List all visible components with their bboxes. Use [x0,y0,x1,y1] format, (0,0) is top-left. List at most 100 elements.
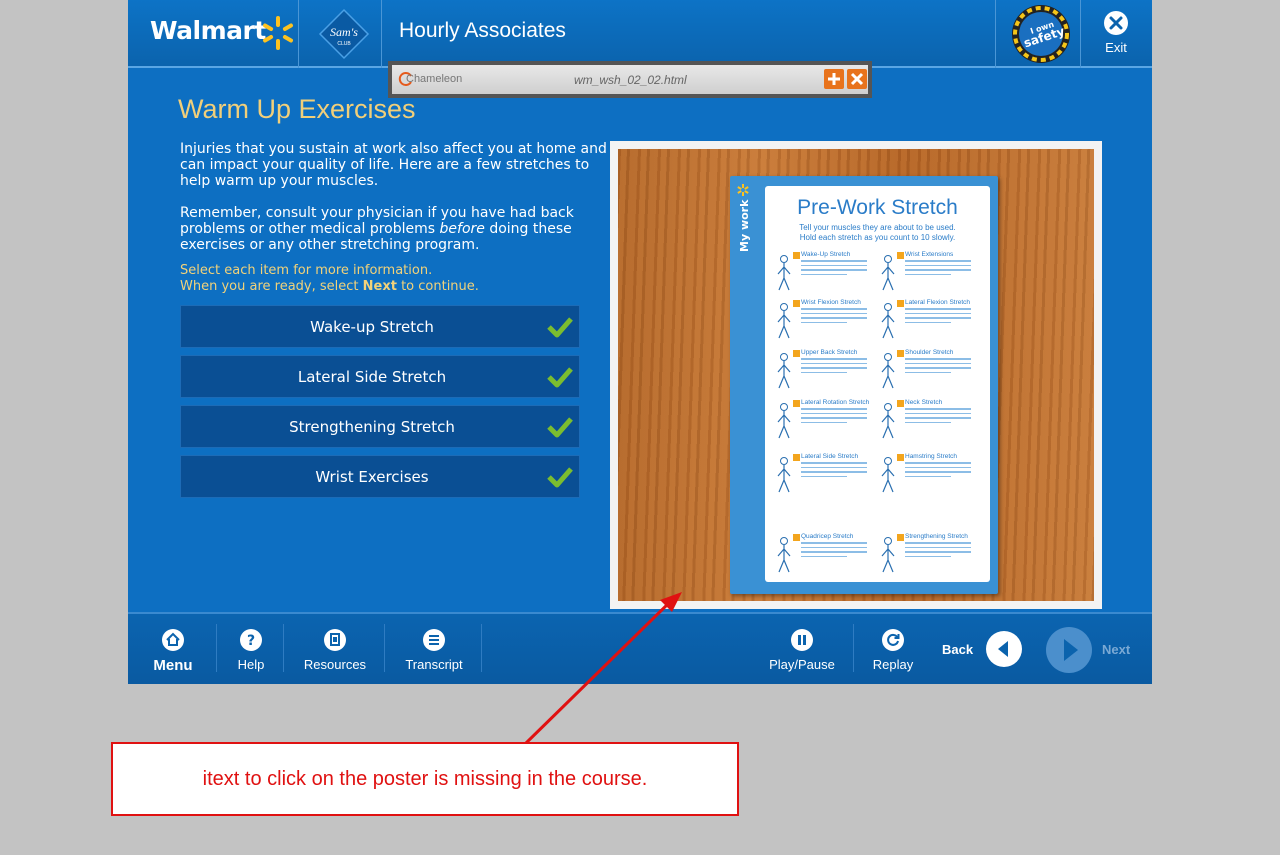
stretch-number-badge [897,400,904,407]
transcript-button[interactable]: Transcript [396,614,472,684]
annotation-callout: itext to click on the poster is missing … [111,742,739,816]
stretch-name: Lateral Side Stretch [801,453,859,460]
help-icon: ? [240,629,262,651]
stretch-figure-icon [881,537,895,573]
instructions: Select each item for more information. W… [180,263,600,295]
poster-subtitle-line: Tell your muscles they are about to be u… [799,223,956,232]
svg-text:?: ? [247,633,255,649]
checkmark-icon [547,367,573,388]
stretch-number-badge [897,454,904,461]
stretch-name: Wrist Flexion Stretch [801,299,861,306]
stretch-figure-icon [777,403,791,439]
warning-paragraph: Remember, consult your physician if you … [180,205,610,253]
item-button-wrist-exercises[interactable]: Wrist Exercises [180,455,580,498]
poster-stretch-item: Lateral Rotation Stretch [775,399,875,448]
stretch-number-badge [897,300,904,307]
poster-title: Pre-Work Stretch [797,196,958,219]
resources-button[interactable]: Resources [296,614,374,684]
footer-divider [216,624,217,672]
svg-text:Sam's: Sam's [330,25,358,39]
stretch-description [905,308,971,326]
back-label: Back [942,642,974,657]
next-label: Next [1102,642,1131,657]
poster-sheet: Pre-Work Stretch Tell your muscles they … [765,186,990,582]
stretch-description [801,542,867,560]
chameleon-toolbar-inner: Chameleon wm_wsh_02_02.html [392,65,868,94]
exit-button[interactable]: Exit [1088,10,1144,55]
svg-text:My work: My work [738,199,751,252]
back-button[interactable] [985,630,1023,668]
stretch-name: Upper Back Stretch [801,349,858,356]
stretch-description [801,462,867,480]
stretch-name: Lateral Rotation Stretch [801,399,870,406]
poster-stretch-item: Neck Stretch [879,399,979,448]
stretch-description [905,462,971,480]
i-own-safety-badge: I own safety [1012,5,1070,63]
pre-work-stretch-poster[interactable]: My work Pre-Work Stretch Tell your muscl… [730,176,998,594]
stretch-figure-icon [777,255,791,291]
poster-stretch-item: Lateral Side Stretch [775,453,875,502]
stretch-description [905,408,971,426]
poster-stretch-item: Upper Back Stretch [775,349,875,398]
my-work-side-label: My work [737,184,751,252]
warning-emphasis: before [439,221,485,237]
poster-subtitle-line: Hold each stretch as you count to 10 slo… [799,233,956,242]
stretch-number-badge [793,252,800,259]
footer-divider [283,624,284,672]
stretch-figure-icon [777,457,791,493]
poster-stretch-item: Strengthening Stretch [879,533,979,582]
chameleon-brand: Chameleon [406,73,463,85]
item-button-wake-up-stretch[interactable]: Wake-up Stretch [180,305,580,348]
stretch-description [905,358,971,376]
replay-button[interactable]: Replay [864,614,922,684]
checkmark-icon [547,317,573,338]
item-button-strengthening-stretch[interactable]: Strengthening Stretch [180,405,580,448]
page-title: Hourly Associates [399,19,566,42]
help-label: Help [237,657,265,672]
stretch-name: Strengthening Stretch [905,533,968,540]
chameleon-toolbar: Chameleon wm_wsh_02_02.html [388,61,872,98]
stretch-number-badge [897,350,904,357]
svg-text:CLUB: CLUB [337,41,351,47]
instruction-line: When you are ready, select Next to conti… [180,279,600,295]
replay-label: Replay [872,657,914,672]
walmart-spark-icon [263,16,293,50]
stretch-figure-icon [777,353,791,389]
header-divider [1080,0,1081,68]
transcript-icon [423,629,445,651]
footer-divider [384,624,385,672]
next-button[interactable] [1045,626,1093,674]
close-icon[interactable] [847,69,867,89]
stretch-number-badge [793,400,800,407]
stretch-figure-icon [777,303,791,339]
menu-button[interactable]: Menu [142,614,204,684]
stretch-figure-icon [881,255,895,291]
poster-subtitle: Tell your muscles they are about to be u… [775,223,980,243]
help-button[interactable]: ? Help [222,614,280,684]
stretch-description [801,408,867,426]
poster-stretch-item: Lateral Flexion Stretch [879,299,979,348]
stretch-description [801,308,867,326]
checkmark-icon [547,467,573,488]
instruction-text: When you are ready, select [180,279,363,294]
stretch-name: Lateral Flexion Stretch [905,299,971,306]
transcript-label: Transcript [405,657,463,672]
plus-icon[interactable] [824,69,844,89]
stretch-name: Hamstring Stretch [905,453,958,460]
instruction-next-word: Next [362,279,397,294]
exit-label: Exit [1105,40,1127,55]
walmart-logo: Walmart [150,16,266,45]
play-pause-button[interactable]: Play/Pause [764,614,840,684]
stretch-description [905,542,971,560]
stretch-name: Wake-Up Stretch [801,251,851,258]
item-button-lateral-side-stretch[interactable]: Lateral Side Stretch [180,355,580,398]
stretch-figure-icon [777,537,791,573]
course-window: Walmart Sam's CLUB Hourly Associates I o… [128,0,1152,684]
poster-stretch-item: Wake-Up Stretch [775,251,875,300]
poster-stretch-item: Shoulder Stretch [879,349,979,398]
stretch-number-badge [897,252,904,259]
chameleon-filename: wm_wsh_02_02.html [574,73,687,87]
instruction-line: Select each item for more information. [180,263,433,278]
stretch-number-badge [793,300,800,307]
header-divider [995,0,996,68]
